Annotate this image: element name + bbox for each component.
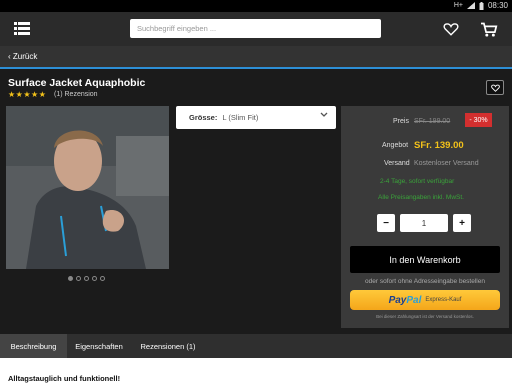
size-value: L (Slim Fit) — [222, 113, 259, 122]
status-bar: H+ 08:30 — [0, 0, 512, 12]
rating-stars: ★★★★★ — [8, 90, 47, 99]
wishlist-button[interactable] — [486, 80, 504, 95]
old-price: SFr. 199.00 — [414, 118, 451, 125]
product-tabs: Beschreibung Eigenschaften Rezensionen (… — [0, 334, 512, 358]
back-bar: ‹ Zurück — [0, 46, 512, 67]
express-hint: oder sofort ohne Adresseingabe bestellen — [365, 278, 485, 285]
accent-divider — [0, 67, 512, 69]
price-label: Preis — [393, 118, 409, 125]
paypal-note: Bei dieser Zahlungsart ist der Versand k… — [376, 314, 474, 319]
tab-description[interactable]: Beschreibung — [0, 334, 67, 358]
pagination-dot[interactable] — [100, 276, 105, 281]
tab-content: Alltagstauglich und funktionell! — [0, 358, 512, 384]
pagination-dot[interactable] — [76, 276, 81, 281]
heart-icon — [490, 84, 500, 92]
offer-label: Angebot — [382, 142, 409, 149]
pagination-dot[interactable] — [92, 276, 97, 281]
product-image[interactable] — [6, 106, 169, 269]
shipping-value: Kostenloser Versand — [414, 160, 479, 167]
paypal-express-button[interactable]: PayPal Express-Kauf — [350, 290, 500, 310]
tab-reviews[interactable]: Rezensionen (1) — [131, 334, 205, 358]
product-title: Surface Jacket Aquaphobic — [8, 77, 146, 89]
paypal-express-label: Express-Kauf — [425, 297, 462, 303]
tab-properties[interactable]: Eigenschaften — [67, 334, 131, 358]
review-count[interactable]: (1) Rezension — [54, 91, 98, 98]
price-panel: Preis SFr. 199.00 - 30% Angebot SFr. 139… — [341, 106, 509, 328]
battery-icon — [479, 1, 484, 10]
discount-badge: - 30% — [465, 113, 492, 127]
paypal-logo: PayPal — [388, 294, 422, 306]
back-label: Zurück — [12, 52, 38, 61]
size-label: Grösse: — [189, 113, 218, 122]
search-input[interactable] — [130, 19, 381, 38]
pagination-dot[interactable] — [68, 276, 73, 281]
image-pagination — [68, 276, 105, 281]
description-heading: Alltagstauglich und funktionell! — [8, 374, 121, 383]
signal-icon — [466, 2, 475, 9]
app-header — [0, 12, 512, 46]
shipping-label: Versand — [384, 160, 410, 167]
availability-text: 2-4 Tage, sofort verfügbar — [380, 178, 455, 185]
add-to-cart-button[interactable]: In den Warenkorb — [350, 246, 500, 273]
cart-icon[interactable] — [480, 22, 498, 38]
clock: 08:30 — [487, 1, 508, 10]
product-photo — [6, 106, 169, 269]
back-link[interactable]: ‹ Zurück — [8, 52, 37, 61]
size-select[interactable]: Grösse: L (Slim Fit) — [176, 106, 336, 129]
tax-note: Alle Preisangaben inkl. MwSt. — [378, 194, 464, 201]
heart-icon[interactable] — [443, 22, 459, 36]
quantity-input[interactable] — [400, 214, 448, 232]
chevron-left-icon: ‹ — [8, 52, 11, 61]
chevron-down-icon — [320, 112, 328, 117]
quantity-stepper: − + — [377, 214, 471, 232]
menu-icon[interactable] — [14, 22, 30, 35]
offer-price: SFr. 139.00 — [414, 140, 464, 151]
network-type: H+ — [453, 2, 463, 9]
pagination-dot[interactable] — [84, 276, 89, 281]
increment-button[interactable]: + — [453, 214, 471, 232]
decrement-button[interactable]: − — [377, 214, 395, 232]
